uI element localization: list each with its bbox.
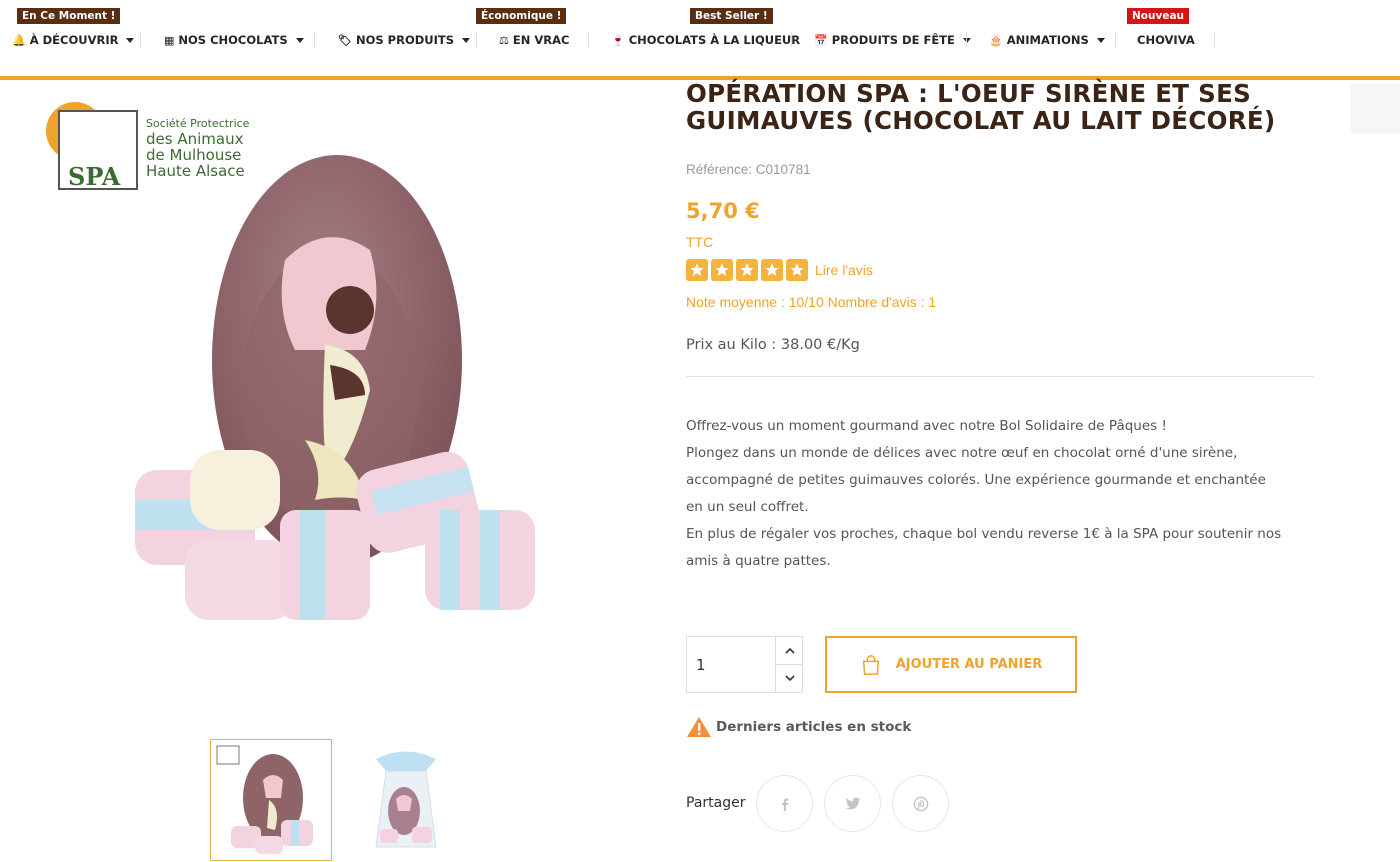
nav-divider [140, 32, 141, 47]
quantity-input[interactable] [687, 637, 775, 692]
thumbnail-1[interactable] [210, 739, 332, 861]
tax-label: TTC [686, 234, 714, 250]
nav-item-nos-produits[interactable]: 🏷 NOS PRODUITS [338, 28, 471, 52]
nav-item-choviva[interactable]: CHOVIVA [1137, 28, 1195, 52]
spa-logo: SPA Société Protectrice des Animaux de M… [58, 108, 268, 192]
scale-icon: ⚖ [499, 33, 509, 47]
description-line: Offrez-vous un moment gourmand avec notr… [686, 418, 1167, 434]
product-reference: Référence: C010781 [686, 162, 811, 177]
nav-badge-economique: Économique ! [476, 8, 567, 24]
average-rating: Note moyenne : 10/10 Nombre d'avis : 1 [686, 294, 937, 310]
nav-divider [966, 32, 967, 47]
product-price: 5,70 € [686, 199, 760, 223]
nav-divider [314, 32, 315, 47]
description-line: Plongez dans un monde de délices avec no… [686, 445, 1238, 461]
cake-icon: 🎂 [989, 33, 1003, 47]
tags-icon: 🏷 [338, 33, 352, 47]
stock-message: Derniers articles en stock [716, 719, 912, 735]
nav-item-label: CHOVIVA [1137, 33, 1195, 47]
product-description: Offrez-vous un moment gourmand avec notr… [686, 413, 1314, 575]
caret-down-icon [1096, 37, 1105, 43]
facebook-icon [781, 798, 788, 811]
grid-icon: ▦ [164, 33, 175, 47]
nav-item-label: NOS CHOCOLATS [178, 33, 288, 47]
nav-item-a-decouvrir[interactable]: 🔔 À DÉCOUVRIR [12, 28, 135, 52]
warning-icon [687, 717, 711, 737]
share-facebook-button[interactable] [756, 775, 813, 832]
side-panel-hint [1350, 84, 1400, 134]
spa-logo-text: Société Protectrice des Animaux de Mulho… [146, 118, 249, 180]
star-icon [786, 259, 808, 281]
wine-glass-icon: 🍷 [611, 33, 625, 47]
share-label: Partager [686, 795, 746, 811]
nav-item-label: EN VRAC [512, 33, 570, 47]
nav-badge-nouveau: Nouveau [1127, 8, 1190, 24]
nav-item-chocolats-a-la-liqueur[interactable]: 🍷 CHOCOLATS À LA LIQUEUR [611, 28, 800, 52]
share-twitter-button[interactable] [824, 775, 881, 832]
nav-item-nos-chocolats[interactable]: ▦ NOS CHOCOLATS [164, 28, 304, 52]
nav-divider [1115, 32, 1116, 47]
quantity-stepper [686, 636, 803, 693]
product-title: OPÉRATION SPA : L'OEUF SIRÈNE ET SES GUI… [686, 79, 1276, 135]
caret-down-icon [126, 37, 135, 43]
nav-divider [476, 32, 477, 47]
quantity-increase-button[interactable] [776, 637, 803, 664]
caret-down-icon [295, 37, 304, 43]
quantity-decrease-button[interactable] [776, 664, 803, 691]
calendar-icon: 📅 [814, 33, 828, 47]
main-navigation: En Ce Moment ! Économique ! Best Seller … [0, 0, 1400, 80]
product-image-egg [135, 155, 535, 620]
nav-item-label: CHOCOLATS À LA LIQUEUR [628, 33, 801, 47]
price-per-kilo: Prix au Kilo : 38.00 €/Kg [686, 337, 860, 353]
description-line: en un seul coffret. [686, 499, 809, 515]
nav-item-animations[interactable]: 🎂 ANIMATIONS [989, 28, 1105, 52]
add-to-cart-label: AJOUTER AU PANIER [895, 657, 1043, 672]
description-line: En plus de régaler vos proches, chaque b… [686, 526, 1282, 542]
read-reviews-link[interactable]: Lire l'avis [815, 262, 873, 278]
nav-divider [791, 32, 792, 47]
quantity-spinner [775, 637, 803, 692]
description-line: accompagné de petites guimauves colorés.… [686, 472, 1266, 488]
add-to-cart-button[interactable]: AJOUTER AU PANIER [825, 636, 1077, 693]
star-icon [686, 259, 708, 281]
pinterest-icon [913, 796, 928, 811]
rating-stars: Lire l'avis [686, 259, 873, 281]
spa-logo-line: des Animaux [146, 130, 244, 148]
star-icon [736, 259, 758, 281]
caret-down-icon [462, 37, 471, 43]
nav-badge-en-ce-moment: En Ce Moment ! [17, 8, 121, 24]
chevron-up-icon [784, 647, 795, 654]
star-icon [711, 259, 733, 281]
nav-item-label: ANIMATIONS [1006, 33, 1089, 47]
bell-icon: 🔔 [12, 33, 26, 47]
thumbnail-bag-image [375, 751, 437, 848]
nav-item-label: PRODUITS DE FÊTE [831, 33, 955, 47]
spa-logo-line: de Mulhouse [146, 146, 242, 164]
spa-logo-frame: SPA [58, 110, 138, 191]
description-line: amis à quatre pattes. [686, 553, 831, 569]
nav-divider [1214, 32, 1215, 47]
shopping-bag-icon [862, 654, 879, 675]
nav-item-en-vrac[interactable]: ⚖ EN VRAC [499, 28, 569, 52]
nav-item-produits-de-fete[interactable]: 📅 PRODUITS DE FÊTE [814, 28, 971, 52]
thumbnail-2[interactable] [346, 739, 468, 861]
chevron-down-icon [784, 674, 795, 681]
share-pinterest-button[interactable] [892, 775, 949, 832]
divider [686, 376, 1314, 377]
spa-logo-mark: SPA [68, 162, 121, 191]
nav-item-label: NOS PRODUITS [355, 33, 455, 47]
twitter-icon [845, 797, 860, 809]
stock-warning: Derniers articles en stock [686, 716, 911, 738]
nav-divider [588, 32, 589, 47]
spa-logo-line: Société Protectrice [146, 117, 250, 130]
nav-item-label: À DÉCOUVRIR [29, 33, 119, 47]
thumbnail-egg-image [216, 745, 313, 854]
spa-logo-line: Haute Alsace [146, 162, 245, 180]
star-icon [761, 259, 783, 281]
nav-badge-best-seller: Best Seller ! [690, 8, 773, 24]
